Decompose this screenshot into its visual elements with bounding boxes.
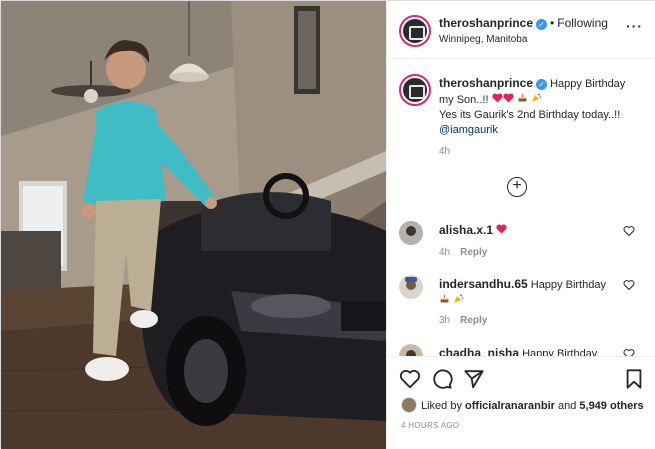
comment-body: Happy Birthday [530,279,606,291]
post-side-panel: theroshanprince ✓ • Following Winnipeg, Man… [386,1,655,449]
comment-time[interactable]: 4h [439,247,450,258]
more-options-icon[interactable]: ··· [626,19,643,33]
party-popper-emoji-icon [453,294,464,307]
likes-summary: Liked by officialranaranbir and 5,949 ot… [401,397,644,413]
verified-badge-icon: ✓ [536,79,548,90]
caption-text: theroshanprince ✓ Happy Birthday my Son..… [439,76,639,138]
load-more-label: + [512,177,522,194]
cake-emoji-icon [439,295,450,307]
commenter-avatar[interactable] [399,221,423,245]
heart-emoji-icon [496,224,507,237]
comment-item: chadha_nisha Happy Birthday [399,344,645,356]
post-timestamp[interactable]: 4 HOURS AGO [401,421,459,430]
commenter-username[interactable]: alisha.x.1 [439,223,493,237]
likes-others-link[interactable]: 5,949 others [579,400,643,412]
reply-button[interactable]: Reply [460,247,487,258]
comments-section[interactable]: theroshanprince ✓ Happy Birthday my Son..… [387,60,655,356]
likes-connector: and [557,400,577,412]
author-avatar[interactable] [399,15,431,47]
comment-meta: 3h Reply [439,315,487,326]
mention-link[interactable]: @iamgaurik [439,124,498,136]
author-username[interactable]: theroshanprince [439,16,533,30]
verified-badge-icon: ✓ [536,19,548,30]
comment-item: alisha.x.1 4h Reply [399,221,645,281]
header-title-line: theroshanprince ✓ • Following [439,16,608,30]
like-comment-heart-icon[interactable] [623,225,635,237]
liker-avatar[interactable] [401,397,417,413]
heart-outline-icon[interactable] [399,368,421,390]
comment-item: indersandhu.65 Happy Birthday 3h Reply [399,275,645,335]
caption-username[interactable]: theroshanprince [439,76,533,90]
comment-body: Happy Birthday [522,348,598,356]
like-comment-heart-icon[interactable] [623,348,635,356]
liker-username[interactable]: officialranaranbir [465,400,555,412]
cake-emoji-icon [517,94,528,106]
commenter-username[interactable]: chadha_nisha [439,346,519,356]
comment-meta: 4h Reply [439,247,487,258]
photo-illustration [1,1,386,449]
caption-avatar[interactable] [399,74,431,106]
post-location[interactable]: Winnipeg, Manitoba [439,34,527,45]
paper-plane-icon[interactable] [463,368,485,390]
following-button[interactable]: Following [557,16,608,30]
reply-button[interactable]: Reply [460,315,487,326]
post-actions: Liked by officialranaranbir and 5,949 ot… [387,356,655,449]
bookmark-icon[interactable] [623,368,645,390]
comment-bubble-icon[interactable] [431,368,453,390]
comment-time[interactable]: 3h [439,315,450,326]
post-photo[interactable] [1,1,386,449]
caption-timestamp[interactable]: 4h [439,146,450,157]
comment-text: indersandhu.65 Happy Birthday [439,277,614,309]
separator-dot: • [550,16,555,30]
caption-line2: Yes its Gaurik's 2nd Birthday today..!! [439,109,621,121]
comment-text: chadha_nisha Happy Birthday [439,346,614,356]
party-popper-emoji-icon [531,93,542,106]
comment-text: alisha.x.1 [439,223,614,239]
heart-emoji-icon [491,93,514,106]
commenter-avatar[interactable] [399,275,423,299]
likes-prefix: Liked by [421,400,462,412]
like-comment-heart-icon[interactable] [623,279,635,291]
commenter-username[interactable]: indersandhu.65 [439,277,528,291]
instagram-post: theroshanprince ✓ • Following Winnipeg, Man… [0,0,655,449]
commenter-avatar[interactable] [399,344,423,356]
post-header: theroshanprince ✓ • Following Winnipeg, Man… [387,1,655,59]
plus-circle-icon[interactable]: + [507,177,527,197]
